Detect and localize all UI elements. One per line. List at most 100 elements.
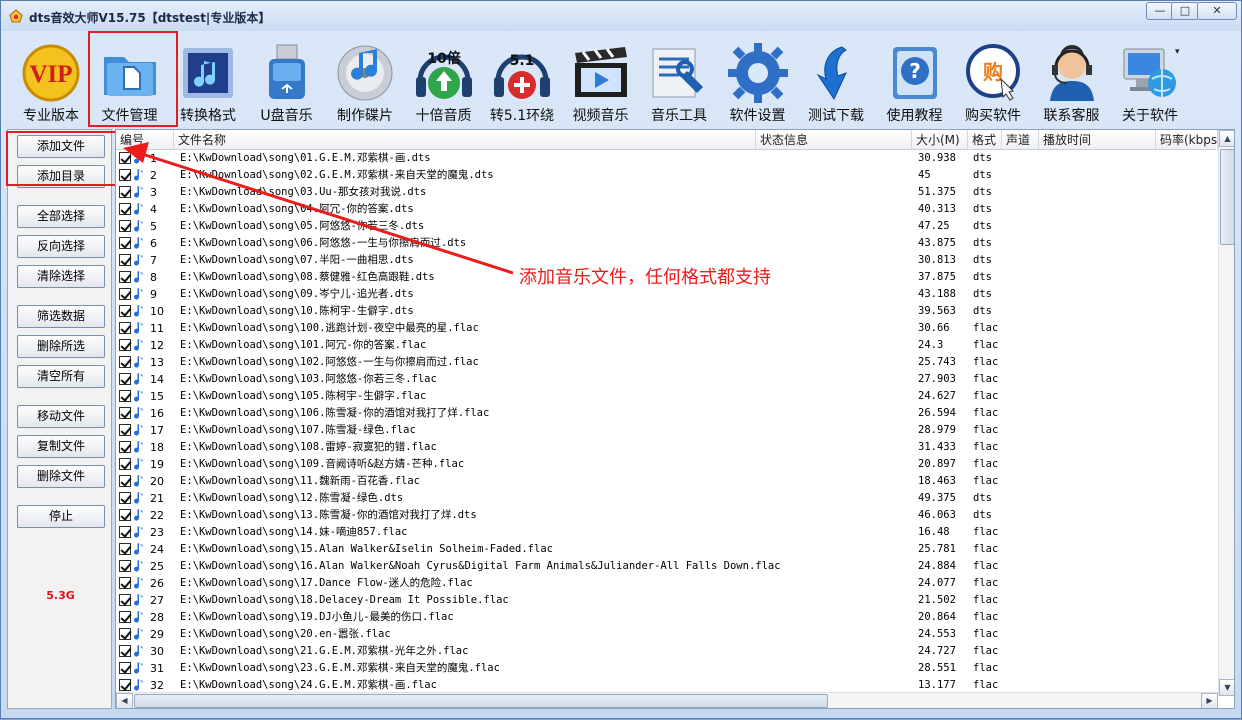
horizontal-scrollbar[interactable]: ◀ ▶ <box>116 692 1218 708</box>
row-checkbox[interactable] <box>119 288 131 300</box>
row-checkbox[interactable] <box>119 509 131 521</box>
row-checkbox[interactable] <box>119 373 131 385</box>
table-row[interactable]: 1 E:\KwDownload\song\01.G.E.M.邓紫棋-画.dts 30… <box>116 150 1216 167</box>
row-checkbox[interactable] <box>119 220 131 232</box>
column-format[interactable]: 格式 <box>968 130 1002 150</box>
row-checkbox[interactable] <box>119 203 131 215</box>
table-row[interactable]: 3 E:\KwDownload\song\03.Uu-那女孩对我说.dts 51.3… <box>116 184 1216 201</box>
table-row[interactable]: 21 E:\KwDownload\song\12.陈雪凝-绿色.dts 49.375… <box>116 490 1216 507</box>
toolbar-button-9[interactable]: 软件设置 <box>718 31 798 126</box>
column-status[interactable]: 状态信息 <box>756 130 912 150</box>
table-row[interactable]: 31 E:\KwDownload\song\23.G.E.M.邓紫棋-来自天堂的魔… <box>116 660 1216 677</box>
table-row[interactable]: 5 E:\KwDownload\song\05.阿悠悠-你若三冬.dts 47.25… <box>116 218 1216 235</box>
row-checkbox[interactable] <box>119 271 131 283</box>
toolbar-button-0[interactable]: VIP 专业版本 <box>11 31 91 126</box>
file-list[interactable]: 编号 文件名称 状态信息 大小(M) 格式 声道 播放时间 码率(kbps 1 E:\KwDow… <box>115 129 1235 709</box>
toolbar-button-11[interactable]: ? 使用教程 <box>875 31 955 126</box>
delete-files-button[interactable]: 删除文件 <box>17 465 105 488</box>
table-row[interactable]: 17 E:\KwDownload\song\107.陈雪凝-绿色.flac 28.9… <box>116 422 1216 439</box>
column-number[interactable]: 编号 <box>116 130 174 150</box>
select-all-button[interactable]: 全部选择 <box>17 205 105 228</box>
row-checkbox[interactable] <box>119 492 131 504</box>
row-checkbox[interactable] <box>119 679 131 691</box>
scroll-down-button[interactable]: ▼ <box>1219 679 1234 696</box>
stop-button[interactable]: 停止 <box>17 505 105 528</box>
maximize-button[interactable]: □ <box>1171 2 1199 20</box>
table-row[interactable]: 12 E:\KwDownload\song\101.阿冗-你的答案.flac 24.… <box>116 337 1216 354</box>
column-duration[interactable]: 播放时间 <box>1039 130 1156 150</box>
toolbar-button-4[interactable]: 制作碟片 <box>325 31 405 126</box>
toolbar-button-13[interactable]: 联系客服 <box>1032 31 1112 126</box>
table-row[interactable]: 27 E:\KwDownload\song\18.Delacey-Dream It… <box>116 592 1216 609</box>
copy-files-button[interactable]: 复制文件 <box>17 435 105 458</box>
column-channels[interactable]: 声道 <box>1002 130 1039 150</box>
close-button[interactable]: ✕ <box>1197 2 1237 20</box>
toolbar-button-7[interactable]: 视频音乐 <box>561 31 641 126</box>
row-checkbox[interactable] <box>119 356 131 368</box>
table-row[interactable]: 22 E:\KwDownload\song\13.陈雪凝-你的酒馆对我打了烊.dt… <box>116 507 1216 524</box>
row-checkbox[interactable] <box>119 458 131 470</box>
table-row[interactable]: 24 E:\KwDownload\song\15.Alan Walker&Isel… <box>116 541 1216 558</box>
toolbar-button-3[interactable]: U盘音乐 <box>247 31 327 126</box>
toolbar-button-12[interactable]: 购购买软件 <box>953 31 1033 126</box>
row-checkbox[interactable] <box>119 611 131 623</box>
row-checkbox[interactable] <box>119 169 131 181</box>
table-row[interactable]: 6 E:\KwDownload\song\06.阿悠悠-一生与你擦肩而过.dts 4… <box>116 235 1216 252</box>
table-row[interactable]: 26 E:\KwDownload\song\17.Dance Flow-迷人的危险… <box>116 575 1216 592</box>
table-row[interactable]: 16 E:\KwDownload\song\106.陈雪凝-你的酒馆对我打了烊.f… <box>116 405 1216 422</box>
row-checkbox[interactable] <box>119 407 131 419</box>
row-checkbox[interactable] <box>119 424 131 436</box>
table-row[interactable]: 10 E:\KwDownload\song\10.陈柯宇-生僻字.dts 39.56… <box>116 303 1216 320</box>
row-checkbox[interactable] <box>119 628 131 640</box>
table-row[interactable]: 20 E:\KwDownload\song\11.魏新雨-百花香.flac 18.4… <box>116 473 1216 490</box>
row-checkbox[interactable] <box>119 390 131 402</box>
table-row[interactable]: 15 E:\KwDownload\song\105.陈柯宇-生僻字.flac 24.… <box>116 388 1216 405</box>
table-row[interactable]: 25 E:\KwDownload\song\16.Alan Walker&Noah… <box>116 558 1216 575</box>
scroll-right-button[interactable]: ▶ <box>1201 693 1218 708</box>
row-checkbox[interactable] <box>119 254 131 266</box>
row-checkbox[interactable] <box>119 186 131 198</box>
delete-selected-button[interactable]: 删除所选 <box>17 335 105 358</box>
toolbar-button-8[interactable]: 音乐工具 <box>639 31 719 126</box>
row-checkbox[interactable] <box>119 662 131 674</box>
minimize-button[interactable]: — <box>1146 2 1174 20</box>
toolbar-button-10[interactable]: 测试下载 <box>796 31 876 126</box>
table-row[interactable]: 13 E:\KwDownload\song\102.阿悠悠-一生与你擦肩而过.fl… <box>116 354 1216 371</box>
table-row[interactable]: 2 E:\KwDownload\song\02.G.E.M.邓紫棋-来自天堂的魔鬼… <box>116 167 1216 184</box>
row-checkbox[interactable] <box>119 322 131 334</box>
title-bar[interactable]: dts音效大师V15.75【dtstest|专业版本】 — □ ✕ <box>1 1 1241 31</box>
table-row[interactable]: 11 E:\KwDownload\song\100.逃跑计划-夜空中最亮的星.fl… <box>116 320 1216 337</box>
toolbar-button-14[interactable]: 关于软件 <box>1110 31 1190 126</box>
table-row[interactable]: 29 E:\KwDownload\song\20.en-嚣张.flac 24.553… <box>116 626 1216 643</box>
toolbar-more-icon[interactable]: ▾ <box>1175 47 1185 57</box>
toolbar-button-6[interactable]: 5.1 转5.1环绕 <box>482 31 562 126</box>
row-checkbox[interactable] <box>119 305 131 317</box>
row-checkbox[interactable] <box>119 237 131 249</box>
row-checkbox[interactable] <box>119 577 131 589</box>
table-row[interactable]: 23 E:\KwDownload\song\14.妹-嘀迪857.flac 16.4… <box>116 524 1216 541</box>
table-row[interactable]: 18 E:\KwDownload\song\108.雷婷-寂寞犯的错.flac 31… <box>116 439 1216 456</box>
scroll-up-button[interactable]: ▲ <box>1219 130 1234 147</box>
row-checkbox[interactable] <box>119 475 131 487</box>
table-row[interactable]: 28 E:\KwDownload\song\19.DJ小鱼儿-最美的伤口.flac… <box>116 609 1216 626</box>
scroll-left-button[interactable]: ◀ <box>116 693 133 708</box>
row-checkbox[interactable] <box>119 560 131 572</box>
row-checkbox[interactable] <box>119 441 131 453</box>
horizontal-scroll-thumb[interactable] <box>134 694 828 708</box>
row-checkbox[interactable] <box>119 339 131 351</box>
clear-selection-button[interactable]: 清除选择 <box>17 265 105 288</box>
row-checkbox[interactable] <box>119 526 131 538</box>
table-row[interactable]: 14 E:\KwDownload\song\103.阿悠悠-你若三冬.flac 27… <box>116 371 1216 388</box>
move-files-button[interactable]: 移动文件 <box>17 405 105 428</box>
vertical-scrollbar[interactable]: ▲ ▼ <box>1218 130 1234 696</box>
toolbar-button-5[interactable]: 10倍 十倍音质 <box>404 31 484 126</box>
toolbar-button-2[interactable]: 转换格式 <box>168 31 248 126</box>
vertical-scroll-thumb[interactable] <box>1220 149 1234 245</box>
table-row[interactable]: 4 E:\KwDownload\song\04.阿冗-你的答案.dts 40.313… <box>116 201 1216 218</box>
table-row[interactable]: 19 E:\KwDownload\song\109.音阙诗听&赵方婧-芒种.fla… <box>116 456 1216 473</box>
column-bitrate[interactable]: 码率(kbps <box>1156 130 1218 150</box>
row-checkbox[interactable] <box>119 594 131 606</box>
column-size[interactable]: 大小(M) <box>912 130 968 150</box>
table-body[interactable]: 1 E:\KwDownload\song\01.G.E.M.邓紫棋-画.dts 30… <box>116 150 1216 696</box>
filter-data-button[interactable]: 筛选数据 <box>17 305 105 328</box>
